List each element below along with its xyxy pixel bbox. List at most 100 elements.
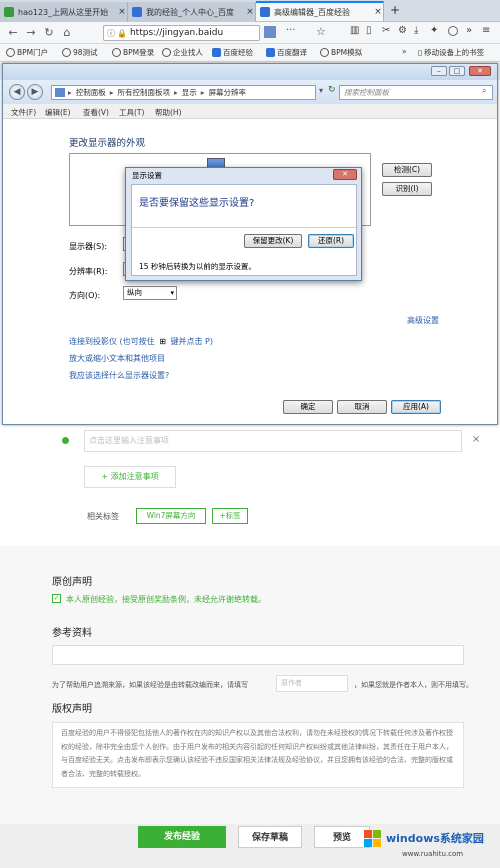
tab-advanced-editor[interactable]: 高级编辑器_百度经验 × — [256, 1, 384, 21]
add-note-button[interactable]: + 添加注意事项 — [84, 466, 176, 488]
download-icon[interactable]: ⤓ — [414, 25, 418, 36]
refresh-icon[interactable]: ↻ — [328, 85, 336, 95]
bookmark-item[interactable]: 企业找人 — [162, 47, 203, 58]
tag-chip[interactable]: Win7屏幕方向 — [136, 508, 206, 524]
close-icon[interactable]: ✕ — [469, 66, 491, 76]
menu-help[interactable]: 帮助(H) — [155, 107, 182, 118]
revert-button[interactable]: 还原(R) — [308, 234, 354, 248]
close-icon[interactable]: × — [245, 7, 255, 17]
original-author-input[interactable]: 原作者 — [276, 675, 348, 692]
tab-my-experience[interactable]: 我的经验_个人中心_百度 × — [128, 2, 256, 22]
copyright-box: 百度经验的用户不得侵犯包括他人的著作权在内的知识产权以及其他合法权利，请勿在未经… — [52, 722, 464, 788]
close-icon[interactable]: × — [117, 7, 127, 17]
tab-title: 高级编辑器_百度经验 — [274, 7, 350, 17]
tab-hao123[interactable]: hao123_上网从这里开始 × — [0, 2, 128, 22]
text-size-link[interactable]: 放大或缩小文本和其他项目 — [69, 353, 165, 364]
breadcrumb-item[interactable]: 显示 — [182, 87, 197, 98]
dialog-divider — [132, 227, 356, 228]
info-icon: ⓘ — [107, 28, 115, 38]
keep-changes-button[interactable]: 保留更改(K) — [244, 234, 302, 248]
bookmark-star-icon[interactable]: ☆ — [316, 25, 326, 38]
url-bar[interactable]: ⓘ 🔒 https://jingyan.baidu — [103, 25, 260, 41]
window-titlebar: – □ ✕ — [3, 64, 497, 80]
breadcrumb[interactable]: ▸ 控制面板 ▸ 所有控制面板项 ▸ 显示 ▸ 屏幕分辨率 — [51, 85, 316, 100]
breadcrumb-item[interactable]: 屏幕分辨率 — [209, 87, 247, 98]
display-help-link[interactable]: 我应该选择什么显示器设置? — [69, 370, 169, 381]
save-draft-button[interactable]: 保存草稿 — [238, 826, 302, 848]
bookmark-item[interactable]: BPM登录 — [112, 47, 154, 58]
more-icon[interactable]: ··· — [286, 25, 296, 36]
delete-note-icon[interactable]: × — [472, 434, 480, 445]
copyright-title: 版权声明 — [52, 704, 92, 715]
dropdown-icon[interactable]: ▾ — [319, 86, 323, 95]
new-tab-button[interactable]: + — [390, 3, 400, 17]
tags-label: 相关标签 — [87, 512, 119, 521]
forward-icon[interactable]: → — [22, 26, 40, 39]
menu-edit[interactable]: 编辑(E) — [45, 107, 71, 118]
account-icon[interactable] — [448, 26, 458, 36]
advanced-settings-link[interactable]: 高级设置 — [407, 315, 439, 326]
bookmark-item[interactable]: BPM模拟 — [320, 47, 362, 58]
menu-icon[interactable]: ≡ — [482, 25, 490, 36]
bookmark-item[interactable]: 百度翻译 — [266, 47, 307, 58]
dialog-title: 显示设置 — [132, 171, 162, 180]
breadcrumb-item[interactable]: 控制面板 — [76, 87, 106, 98]
watermark-logo: windows系统家园 www.ruahitu.com — [362, 824, 498, 864]
original-title: 原创声明 — [52, 577, 92, 588]
identify-button[interactable]: 识别(I) — [382, 182, 432, 196]
add-tag-button[interactable]: +标签 — [212, 508, 248, 524]
globe-icon — [112, 48, 121, 57]
publish-button[interactable]: 发布经验 — [138, 826, 226, 848]
apply-button[interactable]: 应用(A) — [391, 400, 441, 414]
overflow-icon[interactable]: » — [466, 25, 472, 36]
mobile-bookmarks[interactable]: ▯ 移动设备上的书签 — [418, 47, 484, 58]
ok-button[interactable]: 确定 — [283, 400, 333, 414]
browser-tab-bar: hao123_上网从这里开始 × 我的经验_个人中心_百度 × 高级编辑器_百度… — [0, 0, 500, 22]
close-icon[interactable]: × — [373, 7, 383, 17]
dialog-body: 是否要保留这些显示设置? 保留更改(K) 还原(R) 15 秒钟后转换为以前的显… — [131, 184, 357, 276]
baidu-paw-icon — [132, 7, 142, 17]
url-text: https://jingyan.baidu — [129, 28, 224, 38]
close-icon[interactable]: ✕ — [333, 169, 357, 180]
original-checkbox[interactable]: ✓ — [52, 594, 61, 603]
bookmark-item[interactable]: 98测试 — [62, 47, 98, 58]
extension-icon[interactable]: ⚙ — [398, 25, 407, 36]
references-note: 为了帮助用户追溯来源，如果该经验是由转载改编而来，请填写 — [52, 681, 248, 689]
note-input[interactable]: 点击这里输入注意事项 — [84, 430, 462, 452]
original-statement: 本人原创经验，接受原创奖励条例，未经允许谢绝转载。 — [66, 595, 266, 604]
forward-icon[interactable]: ▶ — [27, 84, 43, 100]
library-icon[interactable]: ▥ — [350, 25, 359, 36]
qr-code-icon[interactable] — [264, 26, 276, 38]
menu-view[interactable]: 查看(V) — [83, 107, 109, 118]
breadcrumb-item[interactable]: 所有控制面板项 — [118, 87, 171, 98]
references-textarea[interactable] — [52, 645, 464, 665]
home-icon[interactable]: ⌂ — [58, 26, 76, 39]
copyright-text: 百度经验的用户不得侵犯包括他人的著作权在内的知识产权以及其他合法权利，请勿在未经… — [61, 729, 453, 778]
watermark-url: www.ruahitu.com — [402, 850, 464, 858]
maximize-icon[interactable]: □ — [449, 66, 465, 76]
search-icon: ⌕ — [482, 86, 487, 95]
detect-button[interactable]: 检测(C) — [382, 163, 432, 177]
tab-title: hao123_上网从这里开始 — [18, 7, 109, 17]
menu-file[interactable]: 文件(F) — [11, 107, 36, 118]
reload-icon[interactable]: ↻ — [40, 26, 58, 39]
bookmark-item[interactable]: 百度经验 — [212, 47, 253, 58]
orientation-select[interactable]: 纵向 ▾ — [123, 286, 177, 300]
bookmarks-bar: BPM门户 98测试 BPM登录 企业找人 百度经验 百度翻译 BPM模拟 » … — [0, 44, 500, 62]
dialog-question: 是否要保留这些显示设置? — [139, 198, 255, 209]
bookmark-overflow[interactable]: » — [402, 47, 407, 56]
bookmark-item[interactable]: BPM门户 — [6, 47, 48, 58]
search-input[interactable]: 搜索控制面板 — [339, 85, 493, 100]
menu-tools[interactable]: 工具(T) — [119, 107, 144, 118]
cancel-button[interactable]: 取消 — [337, 400, 387, 414]
sidebar-icon[interactable]: ▯ — [366, 25, 372, 36]
minimize-icon[interactable]: – — [431, 66, 447, 76]
page-title: 更改显示器的外观 — [69, 138, 146, 149]
countdown-text: 15 秒钟后转换为以前的显示设置。 — [139, 262, 256, 271]
back-icon[interactable]: ◀ — [9, 84, 25, 100]
back-icon[interactable]: ← — [4, 26, 22, 39]
puzzle-icon[interactable]: ✦ — [430, 25, 438, 36]
projector-link[interactable]: 连接到投影仪 (也可按住 ⊞ 键并点击 P) — [69, 336, 213, 347]
windows-logo-icon — [364, 830, 382, 848]
screenshot-icon[interactable]: ✂ — [382, 25, 390, 36]
